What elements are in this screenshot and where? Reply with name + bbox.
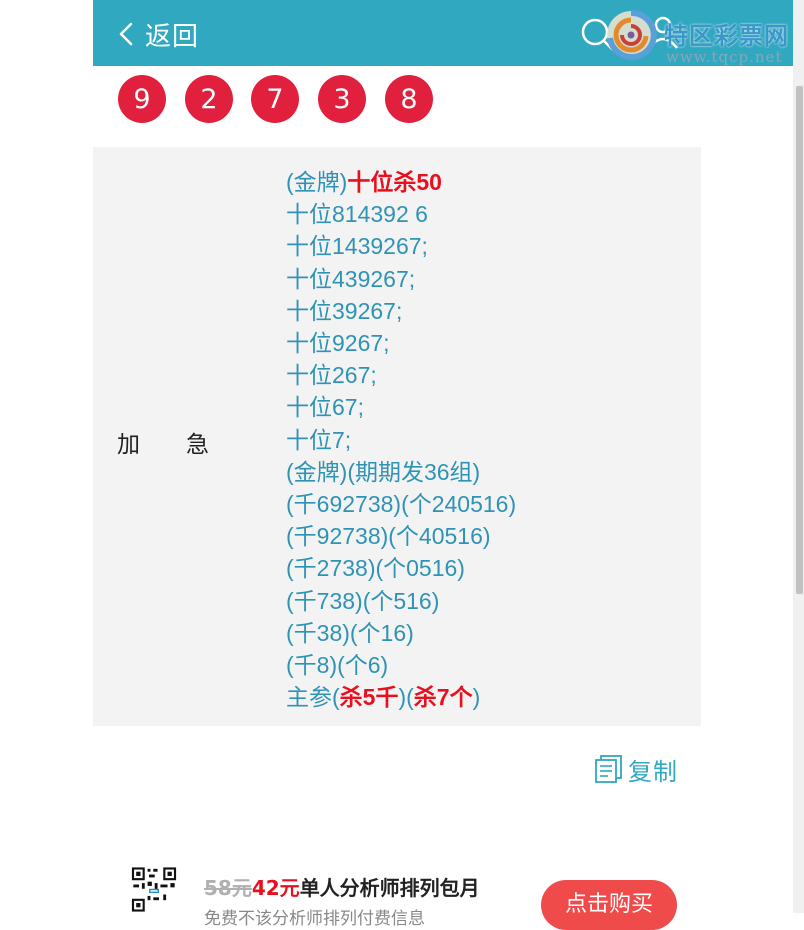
ad-old-price: 58元 [204,876,252,900]
prediction-line: 十位267; [286,359,516,391]
line-text: (金牌)(期期发36组) [286,458,481,485]
ad-title-text: 单人分析师排列包月 [299,876,480,900]
prediction-line: 十位7; [286,424,516,456]
copy-button[interactable]: 复制 [594,752,678,786]
line-text: 十位9267; [286,330,390,357]
line-text: 十位39267; [286,297,403,324]
ad-title: 58元42元单人分析师排列包月 [204,872,480,901]
chevron-left-icon [119,22,133,46]
qr-code-icon [130,866,178,913]
number-ball: 3 [318,75,366,123]
copy-label: 复制 [628,757,678,786]
line-text: )( [398,684,414,711]
prediction-line: (千2738)(个0516) [286,552,516,584]
number-ball: 7 [251,75,299,123]
prediction-line: 十位1439267; [286,230,516,262]
prediction-line: 十位814392 6 [286,198,516,230]
line-text: ) [472,684,481,711]
copy-icon [595,755,622,783]
prediction-card: 加急 (金牌)十位杀50 十位814392 6 十位1439267; 十位439267… [93,147,701,726]
left-gutter [0,0,93,913]
prediction-line: 十位39267; [286,295,516,327]
line-text: 主参( [286,684,340,711]
prediction-line: (千692738)(个240516) [286,488,516,520]
number-ball: 2 [185,75,233,123]
prediction-line: (金牌)十位杀50 [286,166,516,198]
prediction-line: 十位67; [286,391,516,423]
watermark-url: www.tqcp.net [666,48,783,66]
number-ball: 9 [118,75,166,123]
line-text: (千692738)(个240516) [286,491,517,518]
prediction-line: (金牌)(期期发36组) [286,456,516,488]
prediction-line: (千738)(个516) [286,585,516,617]
watermark-title: 特区彩票网 [664,22,789,50]
line-text: (千38)(个16) [286,619,414,646]
line-text: (千2738)(个0516) [286,555,465,582]
line-text: 十位814392 6 [286,201,428,228]
buy-button[interactable]: 点击购买 [541,880,677,930]
number-ball: 8 [385,75,433,123]
ad-subtitle: 免费不该分析师排列付费信息 [204,909,425,929]
line-text: 十位7; [286,426,352,453]
prediction-line: 主参(杀5千)(杀7个) [286,681,516,713]
back-button[interactable]: 返回 [115,14,199,54]
prediction-line: (千38)(个16) [286,617,516,649]
back-label: 返回 [145,21,200,52]
line-text: 十位1439267; [286,233,428,260]
prediction-line: 十位439267; [286,263,516,295]
line-text: (金牌) [286,169,348,195]
line-text: 十位439267; [286,265,416,292]
prediction-lines: (金牌)十位杀50 十位814392 6 十位1439267; 十位439267; 十位… [286,166,516,713]
prediction-line: (千8)(个6) [286,649,516,681]
highlight-text: 杀5千 [339,684,399,711]
highlight-text: 杀7个 [413,684,473,711]
row-label: 加急 [117,432,255,458]
site-watermark-logo: 特区彩票网 www.tqcp.net [600,6,800,68]
swirl-logo-icon [607,9,657,60]
highlight-text: 十位杀50 [347,169,442,195]
scrollbar-thumb[interactable] [796,86,803,594]
line-text: (千92738)(个40516) [286,523,491,550]
ad-new-price: 42元 [251,876,300,900]
line-text: 十位67; [286,394,364,421]
prediction-line: (千92738)(个40516) [286,520,516,552]
line-text: (千738)(个516) [286,587,440,614]
line-text: 十位267; [286,362,377,389]
prediction-line: 十位9267; [286,327,516,359]
line-text: (千8)(个6) [286,652,389,679]
